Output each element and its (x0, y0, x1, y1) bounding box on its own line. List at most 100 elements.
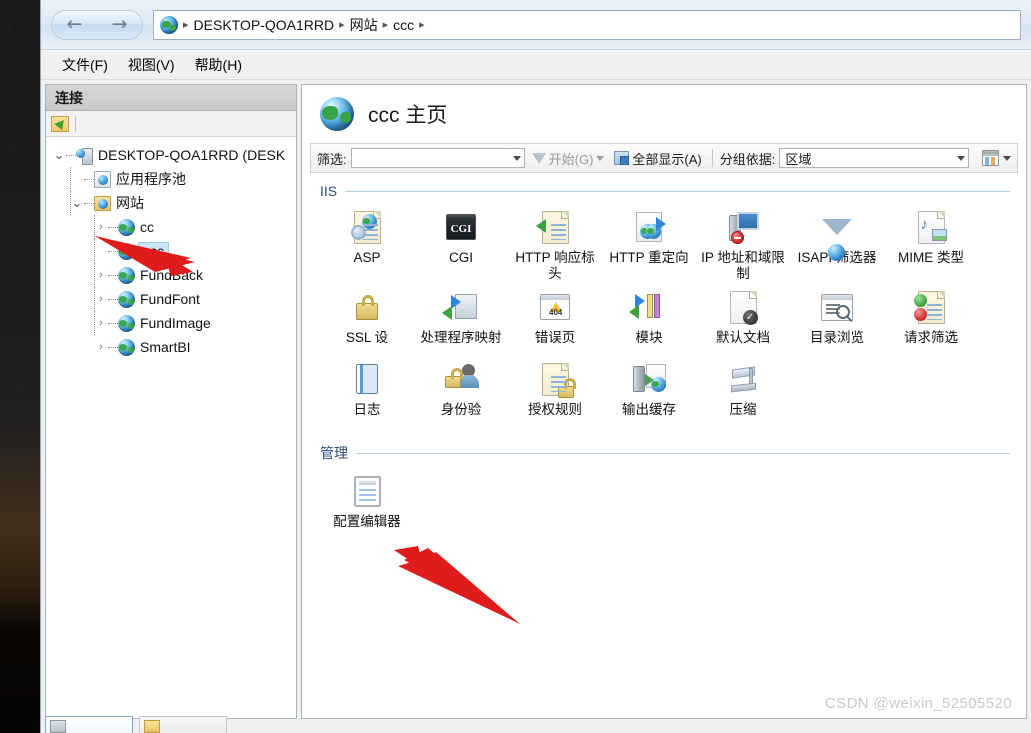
feature-cgi[interactable]: CGI CGI (414, 201, 508, 281)
group-by-select[interactable]: 区域 (779, 148, 970, 168)
feature-logging[interactable]: 日志 (320, 353, 414, 425)
content-view-icon (144, 720, 160, 733)
authorization-rules-icon (541, 359, 576, 399)
twisty-collapsed-icon[interactable]: › (94, 269, 108, 281)
group-by-label: 分组依据: (719, 151, 776, 167)
back-icon[interactable]: ← (67, 15, 83, 34)
twisty-expanded-icon[interactable]: ⌄ (52, 147, 66, 163)
tree-guide (108, 346, 118, 348)
http-response-headers-icon (535, 207, 569, 247)
chevron-down-icon[interactable] (512, 155, 521, 161)
twisty-collapsed-icon[interactable]: › (94, 317, 108, 329)
tree-item-smartbi[interactable]: › SmartBI (50, 335, 296, 359)
section-header-management: 管理 (320, 443, 1010, 463)
breadcrumb-item-sites[interactable]: 网站 (350, 15, 378, 35)
breadcrumb[interactable]: ▸ DESKTOP-QOA1RRD ▸ 网站 ▸ ccc ▸ (153, 9, 1021, 40)
connections-tree: ⌄ DESKTOP-QOA1RRD (DESK 应用程序池 ⌄ 网站 › cc … (46, 137, 296, 718)
connections-toolbar (46, 111, 296, 137)
menu-help[interactable]: 帮助(H) (186, 52, 251, 78)
filter-toolbar: 筛选: 开始(G) 全部显示(A) 分组依据: 区域 (310, 143, 1018, 173)
tree-guide (94, 311, 95, 335)
website-icon (118, 338, 135, 356)
show-all-icon (614, 151, 630, 165)
feature-configuration-editor[interactable]: 配置编辑器 (320, 465, 414, 537)
feature-label: HTTP 响应标头 (515, 250, 595, 281)
tree-guide (108, 250, 118, 252)
view-options-icon[interactable] (982, 150, 999, 166)
chevron-down-icon[interactable] (1003, 155, 1011, 161)
feature-ip-address-domain-restrictions[interactable]: IP 地址和域限制 (696, 201, 790, 281)
breadcrumb-item-server[interactable]: DESKTOP-QOA1RRD (194, 17, 335, 33)
features-pane: ccc 主页 筛选: 开始(G) 全部显示(A) 分组依据: 区域 IIS AS… (301, 84, 1027, 719)
twisty-collapsed-icon[interactable]: › (94, 293, 108, 305)
breadcrumb-item-site[interactable]: ccc (393, 17, 414, 33)
breadcrumb-separator: ▸ (382, 19, 389, 31)
feature-label: HTTP 重定向 (609, 250, 689, 265)
tree-item-fundfont[interactable]: › FundFont (50, 287, 296, 311)
feature-modules[interactable]: 模块 (602, 281, 696, 353)
cgi-icon: CGI (446, 207, 476, 247)
feature-output-caching[interactable]: 输出缓存 (602, 353, 696, 425)
feature-ssl-settings[interactable]: SSL 设 (320, 281, 414, 353)
view-tabs (41, 716, 1031, 733)
tree-guide (94, 215, 95, 239)
filter-label: 筛选: (317, 151, 347, 167)
feature-directory-browsing[interactable]: 目录浏览 (790, 281, 884, 353)
feature-asp[interactable]: ASP (320, 201, 414, 281)
website-icon (118, 314, 135, 332)
menu-bar: 文件(F) 视图(V) 帮助(H) (41, 50, 1031, 80)
twisty-expanded-icon[interactable]: ⌄ (70, 195, 84, 211)
section-divider (345, 190, 1010, 192)
tree-guide (108, 274, 118, 276)
feature-label: 压缩 (729, 402, 757, 418)
feature-request-filtering[interactable]: 请求筛选 (884, 281, 978, 353)
tree-item-sites[interactable]: ⌄ 网站 (50, 191, 296, 215)
menu-file[interactable]: 文件(F) (53, 52, 117, 78)
go-label: 开始(G) (548, 151, 594, 167)
feature-label: 输出缓存 (622, 402, 676, 418)
main-split: 连接 ⌄ DESKTOP-QOA1RRD (DESK 应用程序池 ⌄ 网站 › … (41, 80, 1031, 719)
feature-error-pages[interactable]: 404 错误页 (508, 281, 602, 353)
feature-http-redirect[interactable]: HTTP 重定向 (602, 201, 696, 281)
feature-authorization-rules[interactable]: 授权规则 (508, 353, 602, 425)
forward-icon[interactable]: → (112, 15, 128, 34)
filter-input[interactable] (350, 148, 525, 168)
chevron-down-icon[interactable] (957, 155, 966, 161)
tree-item-fundback[interactable]: › FundBack (50, 263, 296, 287)
tree-item-server[interactable]: ⌄ DESKTOP-QOA1RRD (DESK (50, 143, 296, 167)
tree-item-fundimage[interactable]: › FundImage (50, 311, 296, 335)
tree-guide (84, 178, 94, 180)
go-button[interactable]: 开始(G) (529, 148, 608, 169)
connect-to-server-icon[interactable] (51, 115, 69, 132)
funnel-icon (531, 152, 546, 164)
tree-item-application-pools[interactable]: 应用程序池 (50, 167, 296, 191)
menu-view[interactable]: 视图(V) (119, 52, 184, 78)
feature-isapi-filters[interactable]: ISAPI 筛选器 (790, 201, 884, 281)
feature-default-document[interactable]: ✓ 默认文档 (696, 281, 790, 353)
sites-folder-icon (94, 195, 111, 211)
feature-label: SSL 设 (345, 330, 389, 346)
application-pool-icon (94, 170, 111, 188)
chevron-down-icon[interactable] (596, 155, 605, 161)
twisty-collapsed-icon[interactable]: › (94, 341, 108, 353)
feature-mime-types[interactable]: ♪ MIME 类型 (884, 201, 978, 281)
error-pages-icon: 404 (540, 287, 570, 327)
output-caching-icon (632, 359, 666, 399)
feature-http-response-headers[interactable]: HTTP 响应标头 (508, 201, 602, 281)
feature-label: 日志 (353, 402, 381, 418)
show-all-button[interactable]: 全部显示(A) (611, 148, 704, 169)
tab-features-view[interactable] (45, 716, 133, 733)
tree-item-label: FundImage (140, 315, 211, 331)
twisty-collapsed-icon[interactable]: › (94, 221, 108, 233)
tree-item-cc[interactable]: › cc (50, 215, 296, 239)
section-header-iis: IIS (320, 183, 1010, 199)
group-by-value: 区域 (785, 151, 812, 167)
feature-compression[interactable]: 压缩 (696, 353, 790, 425)
desktop-wallpaper (0, 0, 40, 733)
feature-authentication[interactable]: 身份验 (414, 353, 508, 425)
tree-item-label: 应用程序池 (116, 171, 186, 187)
tree-item-ccc[interactable]: ccc (50, 239, 296, 263)
tab-content-view[interactable] (139, 716, 227, 733)
feature-handler-mappings[interactable]: 处理程序映射 (414, 281, 508, 353)
tree-guide (108, 322, 118, 324)
